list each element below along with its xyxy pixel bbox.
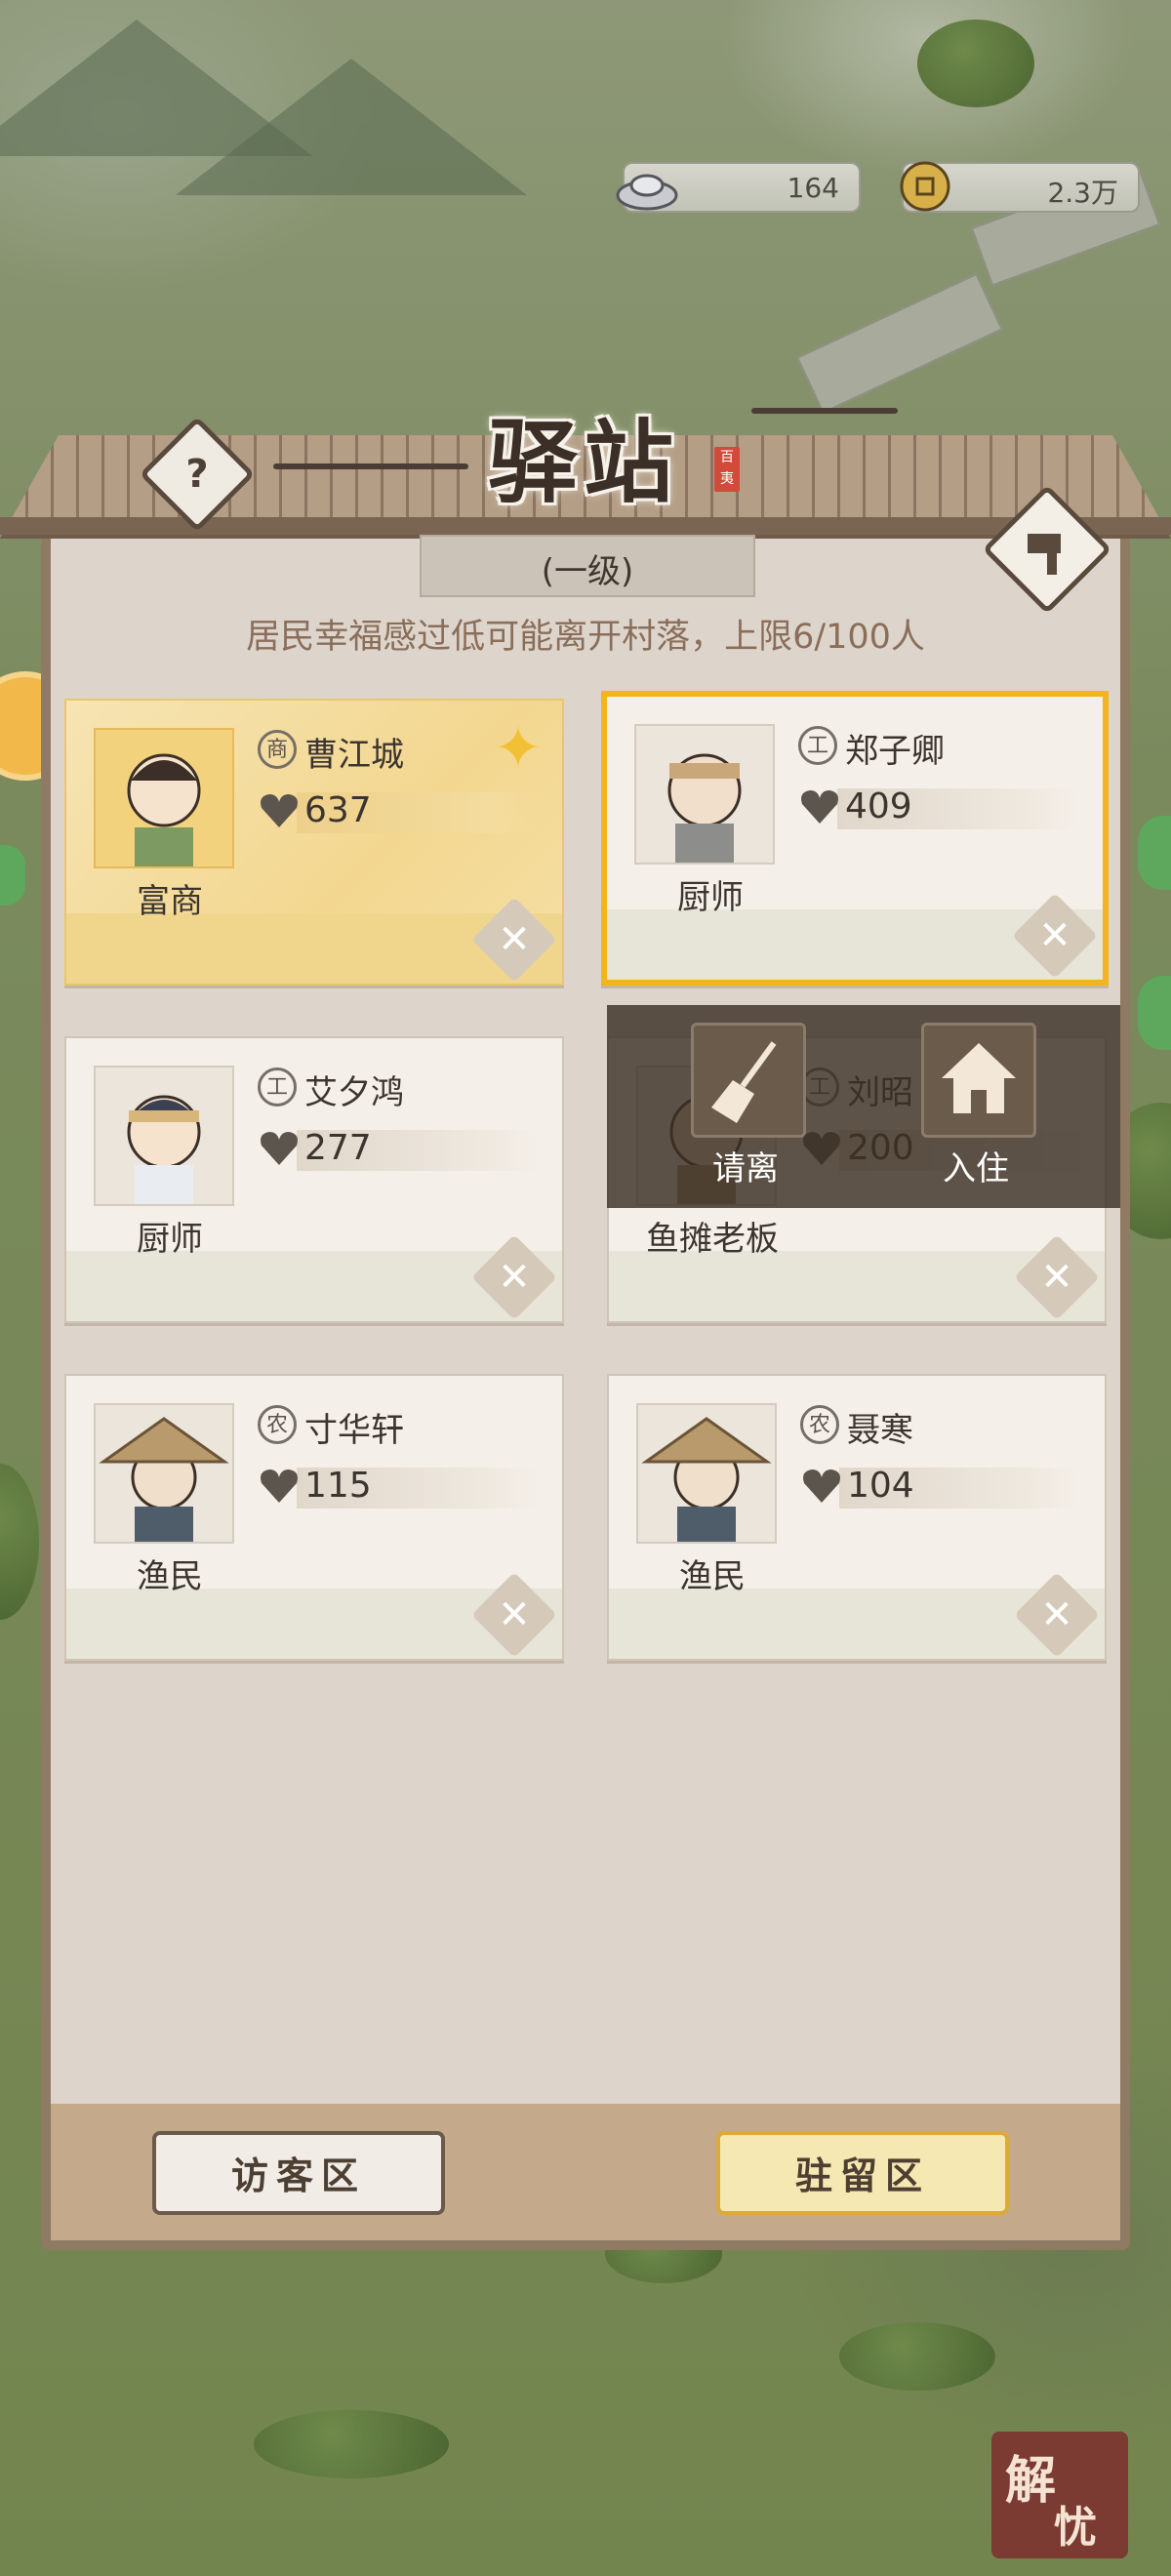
resident-name: 聂寒: [847, 1411, 913, 1450]
resident-card[interactable]: 工 艾夕鸿 277 厨师 ✕: [64, 1036, 564, 1323]
silver-value: 164: [787, 172, 839, 204]
stamp-char-1: 解: [1005, 2451, 1057, 2511]
fisherman-portrait: [641, 1417, 772, 1542]
coin-counter: 2.3万: [900, 161, 1140, 213]
occupation-tag: 工: [258, 1067, 297, 1107]
happiness-heart-icon: [261, 794, 298, 827]
coin-value: 2.3万: [1047, 177, 1118, 209]
level-indicator: (一级): [420, 535, 755, 597]
remove-button[interactable]: ✕: [471, 897, 557, 983]
avatar: [94, 1403, 234, 1544]
side-alert-badge[interactable]: [1138, 816, 1171, 890]
title-seal: 百夷: [714, 447, 740, 492]
tree: [254, 2410, 449, 2478]
sparkle-icon: ✦: [493, 714, 543, 783]
happiness-heart-icon: [261, 1132, 298, 1165]
broom-icon-box: [691, 1023, 806, 1138]
page-title: 驿站: [488, 410, 680, 515]
remove-button[interactable]: ✕: [471, 1572, 557, 1658]
resident-name: 寸华轩: [304, 1411, 404, 1450]
occupation-tag: 商: [258, 730, 297, 769]
resident-card[interactable]: 农 聂寒 104 渔民 ✕: [607, 1374, 1107, 1661]
resident-card-selected[interactable]: 工 郑子卿 409 厨师 ✕: [601, 691, 1109, 986]
stamp-char-2: 忧: [1054, 2503, 1097, 2553]
avatar: [636, 1403, 777, 1544]
close-icon: ✕: [498, 1255, 531, 1300]
tree: [917, 20, 1034, 107]
merchant-portrait: [127, 753, 201, 866]
visitor-area-tab[interactable]: 访客区: [152, 2131, 445, 2215]
close-icon: ✕: [498, 917, 531, 962]
remove-button[interactable]: ✕: [1014, 1572, 1100, 1658]
dismiss-label: 请离: [712, 1149, 779, 1188]
house-icon-box: [921, 1023, 1036, 1138]
avatar: [94, 728, 234, 868]
happiness-value: 409: [845, 786, 912, 826]
occupation-tag: 农: [258, 1405, 297, 1444]
resident-role: 厨师: [677, 878, 744, 917]
close-icon: ✕: [1040, 1255, 1073, 1300]
happiness-value: 277: [304, 1128, 372, 1168]
remove-button[interactable]: ✕: [1014, 1234, 1100, 1320]
chef-portrait: [127, 1095, 201, 1204]
title-ornament-left: [273, 463, 468, 469]
remove-button[interactable]: ✕: [471, 1234, 557, 1320]
resident-name: 曹江城: [304, 736, 404, 775]
title-ornament-right: [751, 408, 898, 414]
silver-counter: 164: [616, 162, 861, 213]
copper-coin-icon: [900, 161, 950, 212]
happiness-heart-icon: [261, 1469, 298, 1503]
happiness-value: 115: [304, 1466, 372, 1506]
panel-header: 驿站 百夷: [273, 371, 898, 515]
fisherman-portrait: [99, 1417, 229, 1542]
side-alert-badge[interactable]: [1138, 976, 1171, 1050]
level-text: (一级): [541, 552, 634, 591]
resident-role: 渔民: [679, 1557, 746, 1596]
resident-role: 厨师: [137, 1220, 203, 1259]
resident-role: 富商: [137, 882, 203, 921]
silver-ingot-icon: [616, 174, 678, 211]
side-alert-badge[interactable]: [0, 845, 25, 906]
resident-name: 郑子卿: [845, 732, 945, 771]
worry-relief-button[interactable]: 解 忧: [991, 2432, 1128, 2558]
resident-role: 鱼摊老板: [646, 1220, 779, 1259]
stay-area-tab[interactable]: 驻留区: [716, 2131, 1009, 2215]
close-icon: ✕: [1038, 913, 1071, 958]
mountain-shape: [176, 59, 527, 195]
house-icon: [942, 1043, 1016, 1113]
occupation-tag: 农: [800, 1405, 839, 1444]
resident-card[interactable]: 农 寸华轩 115 渔民 ✕: [64, 1374, 564, 1661]
capacity-notice: 居民幸福感过低可能离开村落，上限6/100人: [246, 618, 925, 657]
move-in-button[interactable]: 入住: [915, 1023, 1036, 1194]
hammer-icon: [1028, 534, 1061, 575]
happiness-value: 104: [847, 1466, 914, 1506]
happiness-heart-icon: [801, 790, 838, 824]
avatar: [94, 1066, 234, 1206]
dismiss-button[interactable]: 请离: [685, 1023, 806, 1194]
question-icon: ?: [185, 452, 209, 497]
action-popup: 请离 入住: [607, 1005, 1120, 1208]
tree: [839, 2322, 995, 2391]
close-icon: ✕: [1040, 1592, 1073, 1637]
occupation-tag: 工: [798, 726, 837, 765]
broom-icon: [711, 1041, 777, 1123]
resident-card[interactable]: ✦ 商 曹江城 637 富商 ✕: [64, 699, 564, 986]
happiness-heart-icon: [803, 1469, 840, 1503]
chef-portrait: [667, 753, 742, 863]
happiness-value: 637: [304, 790, 372, 830]
remove-button[interactable]: ✕: [1012, 893, 1098, 979]
tree: [0, 1464, 39, 1620]
move-in-label: 入住: [943, 1149, 1009, 1188]
resident-role: 渔民: [137, 1557, 203, 1596]
resident-name: 艾夕鸿: [304, 1073, 404, 1112]
avatar: [634, 724, 775, 865]
close-icon: ✕: [498, 1592, 531, 1637]
